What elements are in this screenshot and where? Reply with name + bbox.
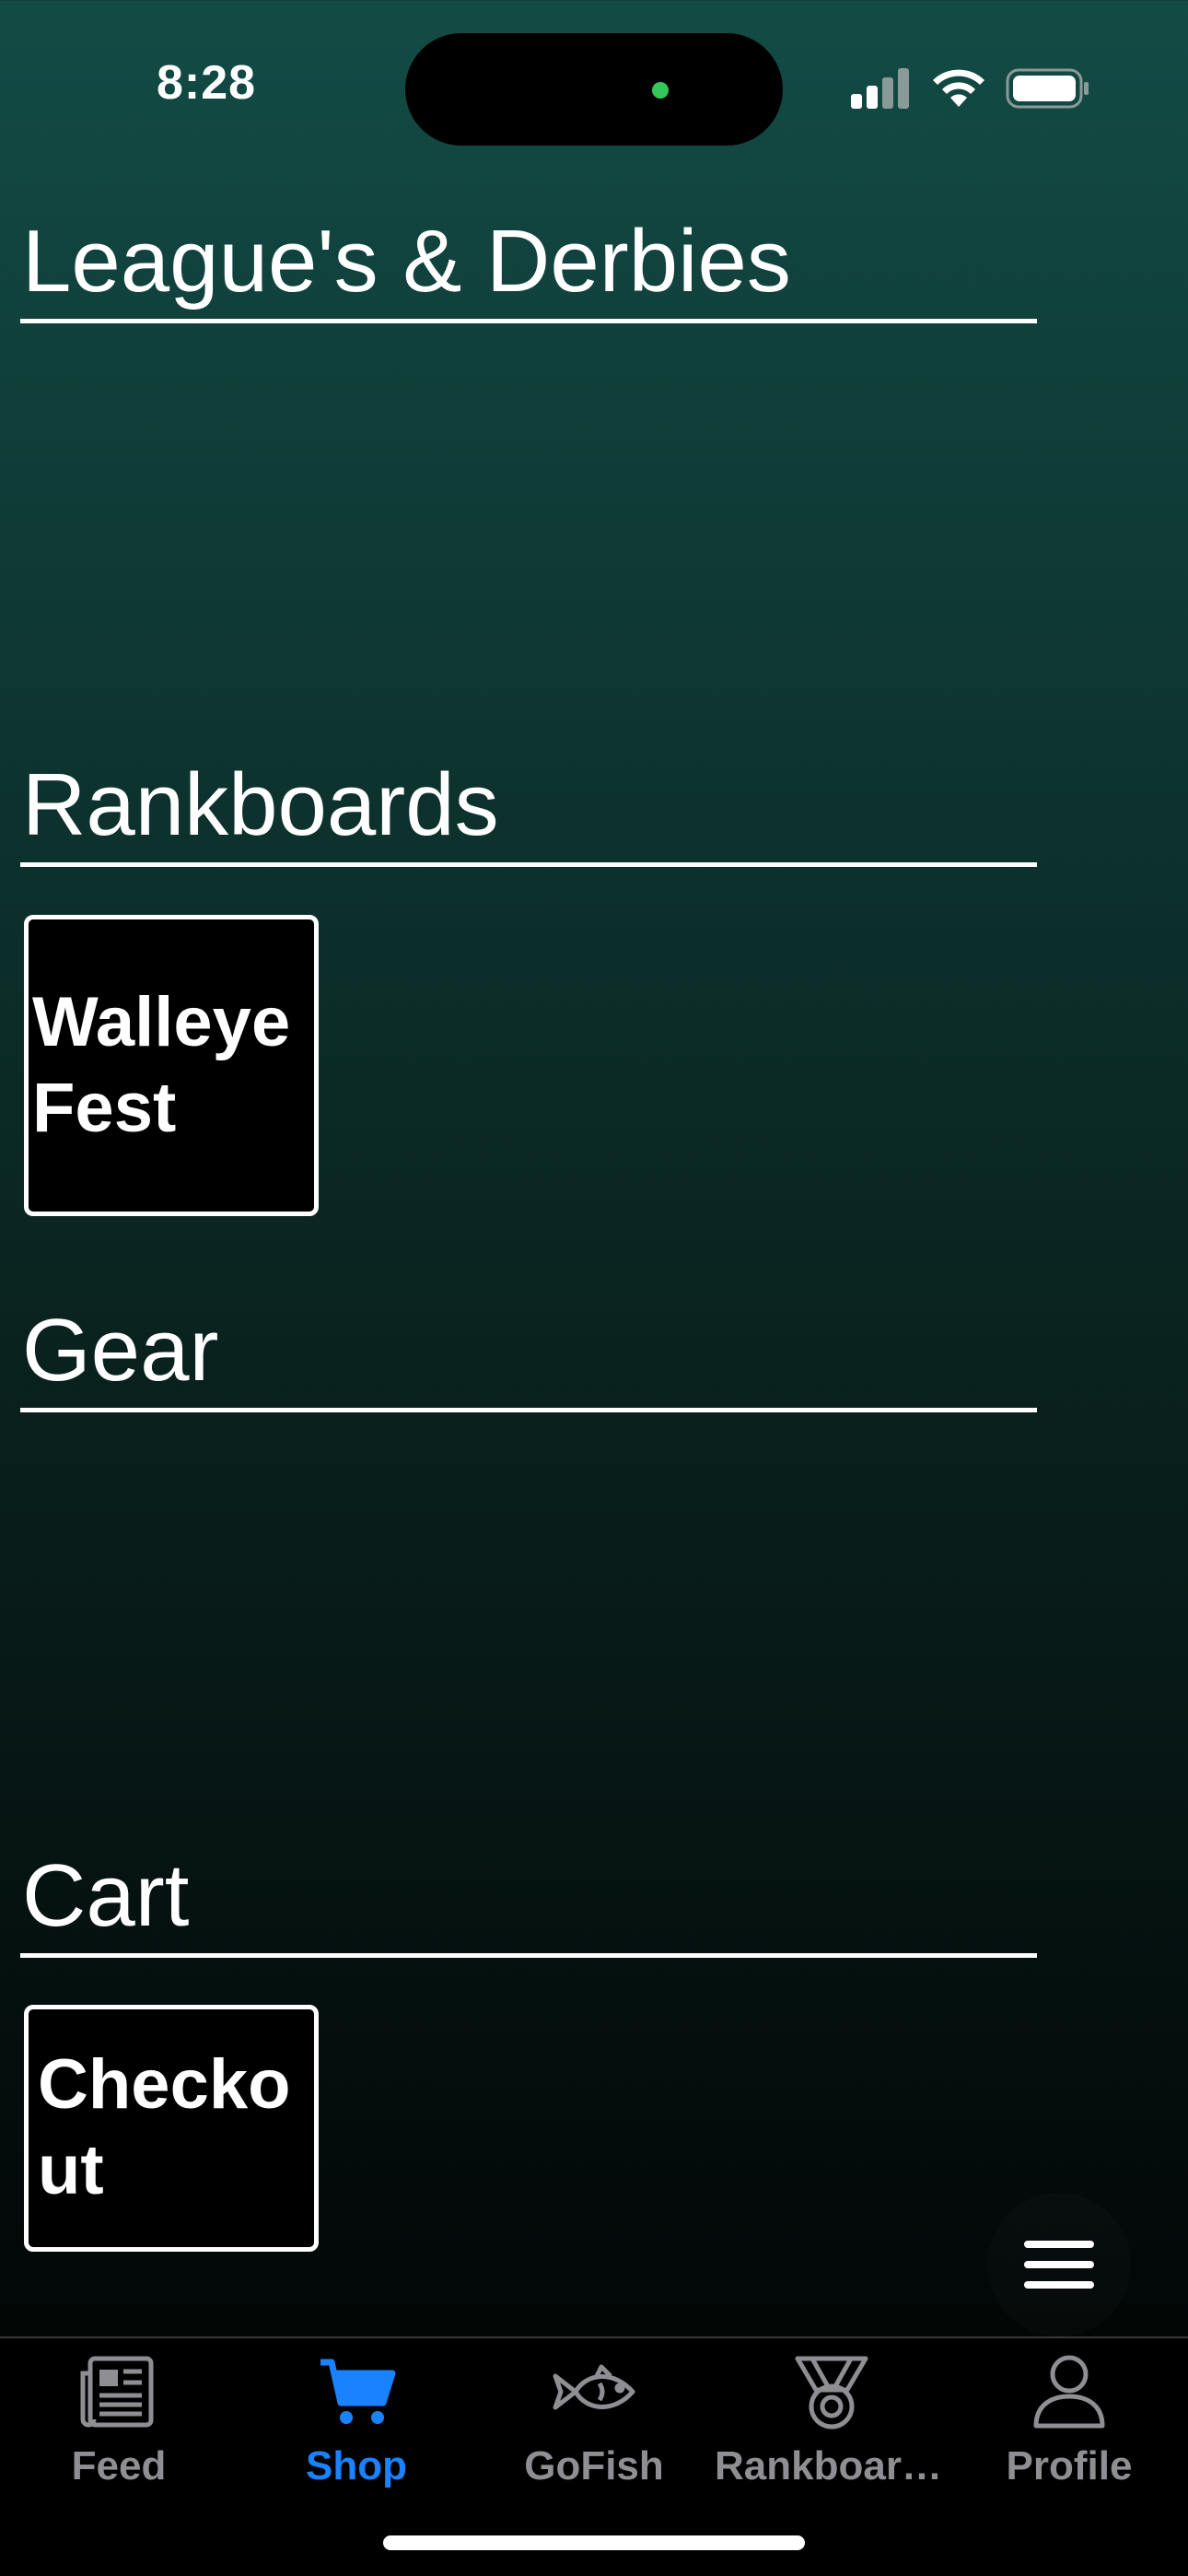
home-indicator[interactable] [383, 2535, 805, 2550]
section-title-cart: Cart [22, 1846, 190, 1945]
menu-button[interactable] [987, 2193, 1131, 2336]
section-title-gear: Gear [22, 1301, 219, 1399]
battery-icon [1006, 68, 1089, 109]
section-divider [20, 319, 1037, 323]
wifi-icon [933, 69, 984, 107]
hamburger-menu-icon [1024, 2241, 1094, 2289]
tab-label: GoFish [524, 2443, 664, 2488]
tab-rankboards[interactable]: Rankboards [713, 2348, 950, 2513]
fish-icon [553, 2364, 635, 2410]
camera-indicator-dot [652, 82, 669, 99]
status-time: 8:28 [157, 56, 257, 110]
section-title-leagues-derbies: League's & Derbies [22, 212, 791, 310]
tile-label: Checkout [38, 2045, 291, 2209]
cart-icon [320, 2359, 396, 2424]
tab-feed[interactable]: Feed [0, 2348, 238, 2513]
tab-label: Profile [1006, 2443, 1133, 2488]
tab-profile[interactable]: Profile [950, 2348, 1188, 2513]
tab-label: Feed [71, 2443, 167, 2488]
tile-label: Walleye Fest [32, 982, 291, 1147]
dynamic-island [405, 33, 783, 146]
section-title-rankboards: Rankboards [22, 755, 499, 854]
section-divider [20, 1408, 1037, 1412]
section-divider [20, 862, 1037, 867]
status-bar: 8:28 [0, 0, 1188, 175]
tab-label: Rankboards [715, 2443, 949, 2488]
person-icon [1033, 2355, 1105, 2429]
cellular-signal-icon [851, 68, 909, 109]
section-divider [20, 1953, 1037, 1958]
rankboard-tile-walleye-fest[interactable]: Walleye Fest [24, 915, 319, 1216]
tab-label: Shop [306, 2443, 407, 2488]
tab-gofish[interactable]: GoFish [475, 2348, 713, 2513]
checkout-button[interactable]: Checkout [24, 2005, 319, 2252]
medal-icon [795, 2356, 868, 2430]
newspaper-icon [80, 2356, 154, 2428]
tab-shop[interactable]: Shop [238, 2348, 475, 2513]
